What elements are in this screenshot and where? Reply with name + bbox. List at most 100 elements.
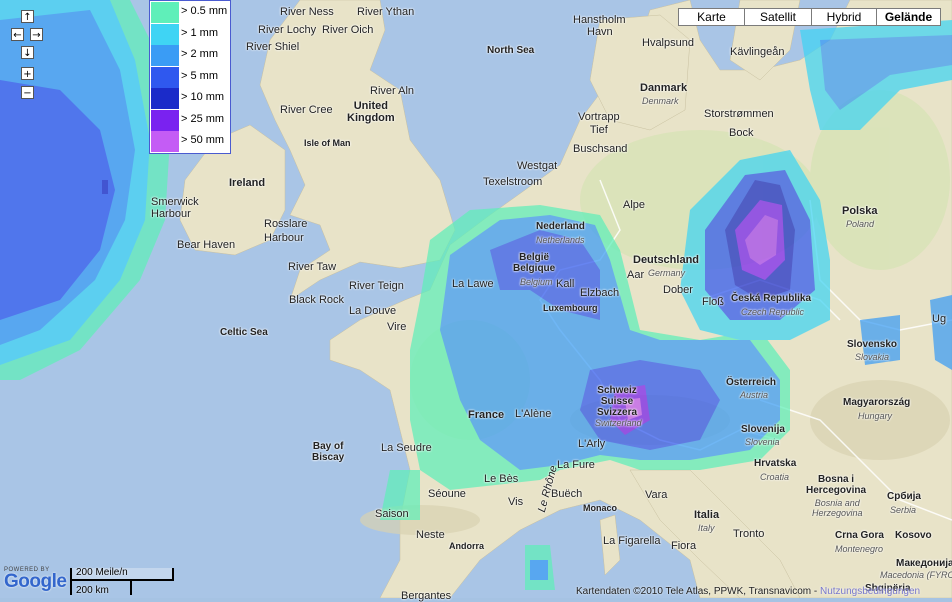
- label-tronto: Tronto: [733, 528, 765, 540]
- label-river-aln: River Aln: [370, 85, 415, 97]
- label-celtic-sea: Celtic Sea: [220, 327, 268, 338]
- label-dober: Dober: [663, 284, 693, 296]
- label-elzbach: Elzbach: [580, 287, 620, 299]
- scale-km-label: 200 km: [76, 585, 109, 596]
- label-neste: Neste: [416, 529, 445, 541]
- legend-swatch: [151, 131, 179, 152]
- label-vortrapp: Vortrapp Tief: [578, 111, 620, 136]
- label-slovensko: Slovensko: [847, 339, 898, 350]
- label-river-lochy: River Lochy: [258, 24, 317, 36]
- label-la-seudre: La Seudre: [381, 442, 432, 454]
- label-italy: Italy: [698, 523, 715, 533]
- legend-label: > 10 mm: [181, 91, 225, 103]
- legend-row: > 50 mm: [151, 131, 230, 152]
- legend-swatch: [151, 88, 179, 109]
- label-le-bes: Le Bès: [484, 473, 519, 485]
- label-la-fure: La Fure: [557, 459, 595, 471]
- label-srbija: Србија: [887, 491, 921, 502]
- label-croatia: Croatia: [760, 472, 790, 482]
- label-aar: Aar: [627, 269, 645, 281]
- label-ireland: Ireland: [229, 177, 266, 189]
- label-buech: Buëch: [551, 488, 583, 500]
- label-black-rock: Black Rock: [289, 294, 345, 306]
- label-la-figarella: La Figarella: [603, 535, 661, 547]
- legend-row: > 10 mm: [151, 88, 230, 109]
- label-crna-gora: Crna Gora: [835, 530, 884, 541]
- pan-down-button[interactable]: ↓: [21, 46, 34, 59]
- label-belgie: België Belgique: [513, 252, 556, 274]
- pan-up-button[interactable]: ↑: [21, 10, 34, 23]
- label-river-oich: River Oich: [322, 24, 374, 36]
- legend-swatch: [151, 109, 179, 131]
- label-slovenia: Slovenia: [745, 437, 780, 447]
- pan-left-button[interactable]: ←: [11, 28, 24, 41]
- zoom-out-button[interactable]: −: [21, 86, 34, 99]
- label-bay-of-biscay: Bay of Biscay: [312, 441, 345, 463]
- attribution-text: Kartendaten ©2010 Tele Atlas, PPWK, Tran…: [576, 586, 818, 597]
- label-luxembourg: Luxembourg: [543, 303, 598, 313]
- map-type-button-satellit[interactable]: Satellit: [744, 8, 812, 26]
- label-bosnia: Bosnia and Herzegovina: [812, 498, 863, 518]
- label-saison: Saison: [375, 508, 409, 520]
- legend-label: > 25 mm: [181, 112, 225, 125]
- label-andorra: Andorra: [449, 541, 485, 551]
- label-rosslare: Rosslare Harbour: [264, 218, 308, 244]
- label-hungary: Hungary: [858, 411, 893, 421]
- legend-row: > 25 mm: [151, 109, 230, 131]
- label-denmark-en: Denmark: [642, 96, 679, 106]
- label-texelstroom: Texelstroom: [483, 176, 543, 188]
- legend-swatch: [151, 2, 179, 23]
- label-bergantes: Bergantes: [401, 590, 452, 602]
- label-bock: Bock: [729, 127, 754, 139]
- terms-of-use-link[interactable]: Nutzungsbedingungen: [820, 586, 920, 597]
- label-schweiz: Schweiz Suisse Svizzera: [597, 385, 638, 418]
- legend-swatch: [151, 23, 179, 45]
- map-type-button-hybrid[interactable]: Hybrid: [811, 8, 877, 26]
- legend-label: > 5 mm: [181, 69, 218, 82]
- legend-label: > 2 mm: [181, 48, 218, 60]
- legend-label: > 50 mm: [181, 134, 225, 146]
- zoom-in-button[interactable]: +: [21, 67, 34, 80]
- label-monaco: Monaco: [583, 503, 618, 513]
- label-la-lawe: La Lawe: [452, 278, 494, 290]
- label-italia: Italia: [694, 509, 720, 521]
- label-kall: Kall: [556, 278, 575, 290]
- scale-miles-label: 200 Meile/n: [76, 567, 128, 578]
- label-river-shiel: River Shiel: [246, 41, 300, 53]
- label-buschsand: Buschsand: [573, 143, 628, 155]
- label-north-sea: North Sea: [487, 45, 535, 56]
- label-havn: Havn: [587, 26, 613, 38]
- label-ug: Ug: [932, 313, 947, 325]
- label-larly: L'Arly: [578, 438, 606, 450]
- legend-row: > 1 mm: [151, 23, 230, 45]
- label-polska: Polska: [842, 205, 878, 217]
- legend-row: > 2 mm: [151, 45, 230, 66]
- label-fiora: Fiora: [671, 540, 697, 552]
- label-poland: Poland: [846, 219, 875, 229]
- legend-swatch: [151, 45, 179, 66]
- label-makedonija: Македонија: [896, 558, 952, 569]
- label-serbia: Serbia: [890, 505, 917, 515]
- google-wordmark: Google: [4, 571, 67, 592]
- label-flos: Floß: [702, 296, 724, 308]
- label-westgat: Westgat: [517, 160, 558, 172]
- label-bear-haven: Bear Haven: [177, 239, 236, 251]
- label-belgium: Belgium: [520, 277, 553, 287]
- label-deutschland: Deutschland: [633, 254, 700, 266]
- label-kosovo: Kosovo: [895, 530, 932, 541]
- label-united-kingdom: United Kingdom: [347, 100, 395, 124]
- label-hrvatska: Hrvatska: [754, 458, 797, 469]
- label-germany: Germany: [648, 268, 686, 278]
- label-vire: Vire: [387, 321, 407, 333]
- label-river-teign: River Teign: [349, 280, 404, 292]
- precipitation-legend: > 0.5 mm > 1 mm > 2 mm > 5 mm > 10 mm > 25 mm…: [149, 0, 231, 154]
- label-bosna: Bosna i Hercegovina: [806, 474, 867, 496]
- map-type-button-gelnde[interactable]: Gelände: [876, 8, 941, 26]
- map-type-button-karte[interactable]: Karte: [678, 8, 745, 26]
- label-macedonia: Macedonia (FYRO: [880, 570, 952, 580]
- label-lalene: L'Alène: [515, 408, 552, 420]
- pan-right-button[interactable]: →: [30, 28, 43, 41]
- google-logo[interactable]: POWERED BY Google: [4, 567, 67, 592]
- legend-row: > 0.5 mm: [151, 2, 230, 23]
- legend-label: > 1 mm: [181, 26, 218, 39]
